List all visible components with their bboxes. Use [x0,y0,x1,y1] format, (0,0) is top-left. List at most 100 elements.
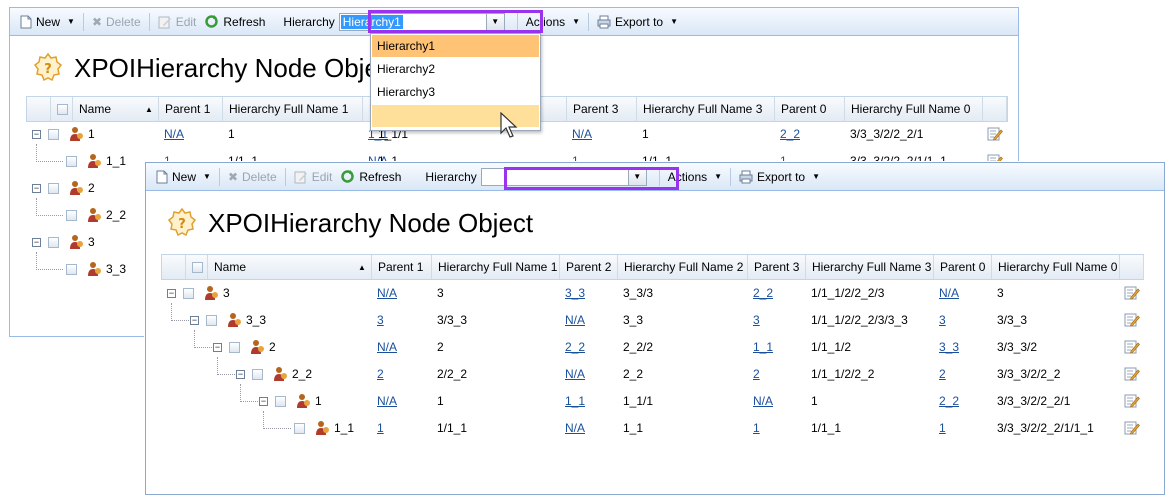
parent-link[interactable]: 3 [747,307,760,334]
column-header[interactable]: Hierarchy Full Name 3 [806,255,934,279]
edit-row-icon[interactable] [1124,339,1140,358]
parent-link[interactable]: N/A [158,121,184,148]
table-row[interactable]: − 3_3 3 3/3_3 N/A 3_3 3 1/1_1/2/2_2/3/3_3 3 3/3_3 [161,303,1144,334]
table-row[interactable]: − 1 N/A 1 1_1 1_1/1 N/A 1 2_2 3/3_3/2/2_2/1 [161,384,1144,415]
edit-row-icon[interactable] [1124,312,1140,331]
row-checkbox[interactable] [48,183,59,194]
delete-button[interactable]: ✖ Delete [224,166,281,188]
column-header[interactable]: Hierarchy Full Name 2 [618,255,748,279]
actions-button[interactable]: Actions ▼ [664,166,726,188]
parent-link[interactable]: 2 [747,361,760,388]
collapse-toggle-icon[interactable]: − [167,289,176,298]
row-checkbox[interactable] [66,156,77,167]
sort-ascending-icon[interactable]: ▲ [145,105,153,114]
parent-link[interactable]: 2 [933,361,946,388]
edit-button[interactable]: Edit [154,11,201,33]
refresh-button[interactable]: Refresh [200,11,269,33]
table-row[interactable]: − 2_2 2 2/2_2 N/A 2_2 2 1/1_1/2/2_2 2 3/3_3/2/2_2 [161,357,1144,388]
column-header[interactable]: Hierarchy Full Name 3 [637,97,775,121]
node-name: 3 [88,235,95,249]
export-button[interactable]: Export to ▼ [735,166,824,188]
column-header[interactable]: Hierarchy Full Name 1 [432,255,560,279]
edit-row-icon[interactable] [1124,285,1140,304]
parent-link[interactable]: 1 [371,415,384,442]
parent-link[interactable]: N/A [559,307,585,334]
row-checkbox[interactable] [275,396,286,407]
collapse-toggle-icon[interactable]: − [32,184,41,193]
edit-row-icon[interactable] [1124,366,1140,385]
parent-link[interactable]: 3_3 [933,334,959,361]
parent-link[interactable]: 2_2 [774,121,800,148]
refresh-button[interactable]: Refresh [336,166,405,188]
column-header[interactable]: Name [208,255,372,279]
parent-link[interactable]: N/A [559,415,585,442]
column-header[interactable]: Parent 3 [748,255,806,279]
delete-button[interactable]: ✖ Delete [88,11,145,33]
select-all-checkbox[interactable] [192,262,203,274]
table-row[interactable]: 1_1 1 1/1_1 N/A 1_1 1 1/1_1 1 3/3_3/2/2_2/1/1_1 [161,411,1144,442]
new-button[interactable]: New ▼ [16,11,79,33]
dropdown-option[interactable]: Hierarchy2 [372,58,539,80]
parent-link[interactable]: N/A [933,280,959,307]
dropdown-option[interactable]: Hierarchy1 [372,35,539,57]
sort-ascending-icon[interactable]: ▲ [358,263,366,272]
edit-row-icon[interactable] [1124,393,1140,412]
parent-link[interactable]: 2_2 [559,334,585,361]
parent-link[interactable]: 3 [933,307,946,334]
column-header[interactable]: Parent 1 [159,97,223,121]
parent-link[interactable]: N/A [559,361,585,388]
collapse-toggle-icon[interactable]: − [190,316,199,325]
table-row[interactable]: − 3 N/A 3 3_3 3_3/3 2_2 1/1_1/2/2_2/3 N/A 3 [161,280,1144,307]
row-checkbox[interactable] [66,264,77,275]
edit-row-icon[interactable] [987,126,1003,145]
column-header[interactable]: Parent 0 [775,97,845,121]
parent-link[interactable]: N/A [371,280,397,307]
collapse-toggle-icon[interactable]: − [236,370,245,379]
row-checkbox[interactable] [183,288,194,299]
row-checkbox[interactable] [66,210,77,221]
column-header[interactable]: Parent 3 [567,97,637,121]
column-header[interactable]: Hierarchy Full Name 0 [992,255,1120,279]
edit-button[interactable]: Edit [290,166,337,188]
hierarchy-combo[interactable]: ▼ [480,167,647,186]
parent-link[interactable]: N/A [371,388,397,415]
edit-row-icon[interactable] [1124,420,1140,439]
chevron-down-icon[interactable]: ▼ [627,168,646,185]
parent-link[interactable]: 2_2 [933,388,959,415]
parent-link[interactable]: N/A [566,121,592,148]
select-all-checkbox[interactable] [57,104,68,116]
row-checkbox[interactable] [294,423,305,434]
hierarchy-combo[interactable]: Hierarchy1 ▼ [338,12,505,31]
row-checkbox[interactable] [48,237,59,248]
collapse-toggle-icon[interactable]: − [32,238,41,247]
collapse-toggle-icon[interactable]: − [213,343,222,352]
parent-link[interactable]: 2 [371,361,384,388]
node-name: 1 [88,127,95,141]
new-button[interactable]: New ▼ [152,166,215,188]
dropdown-option[interactable]: Hierarchy3 [372,81,539,103]
parent-link[interactable]: 1 [933,415,946,442]
column-header[interactable]: Parent 2 [560,255,618,279]
parent-link[interactable]: N/A [371,334,397,361]
column-header[interactable]: Hierarchy Full Name 0 [845,97,983,121]
parent-link[interactable]: 1_1 [559,388,585,415]
export-button[interactable]: Export to ▼ [593,11,682,33]
actions-button[interactable]: Actions ▼ [522,11,584,33]
column-header[interactable]: Parent 0 [934,255,992,279]
row-checkbox[interactable] [48,129,59,140]
parent-link[interactable]: 1_1 [747,334,773,361]
collapse-toggle-icon[interactable]: − [259,397,268,406]
column-header[interactable]: Parent 1 [372,255,432,279]
parent-link[interactable]: 3 [371,307,384,334]
row-checkbox[interactable] [229,342,240,353]
row-checkbox[interactable] [252,369,263,380]
table-row[interactable]: − 2 N/A 2 2_2 2_2/2 1_1 1/1_1/2 3_3 3/3_3/2 [161,330,1144,361]
row-checkbox[interactable] [206,315,217,326]
parent-link[interactable]: 1 [747,415,760,442]
column-header[interactable]: Hierarchy Full Name 1 [223,97,363,121]
parent-link[interactable]: N/A [747,388,773,415]
parent-link[interactable]: 2_2 [747,280,773,307]
collapse-toggle-icon[interactable]: − [32,130,41,139]
chevron-down-icon[interactable]: ▼ [485,13,504,30]
parent-link[interactable]: 3_3 [559,280,585,307]
